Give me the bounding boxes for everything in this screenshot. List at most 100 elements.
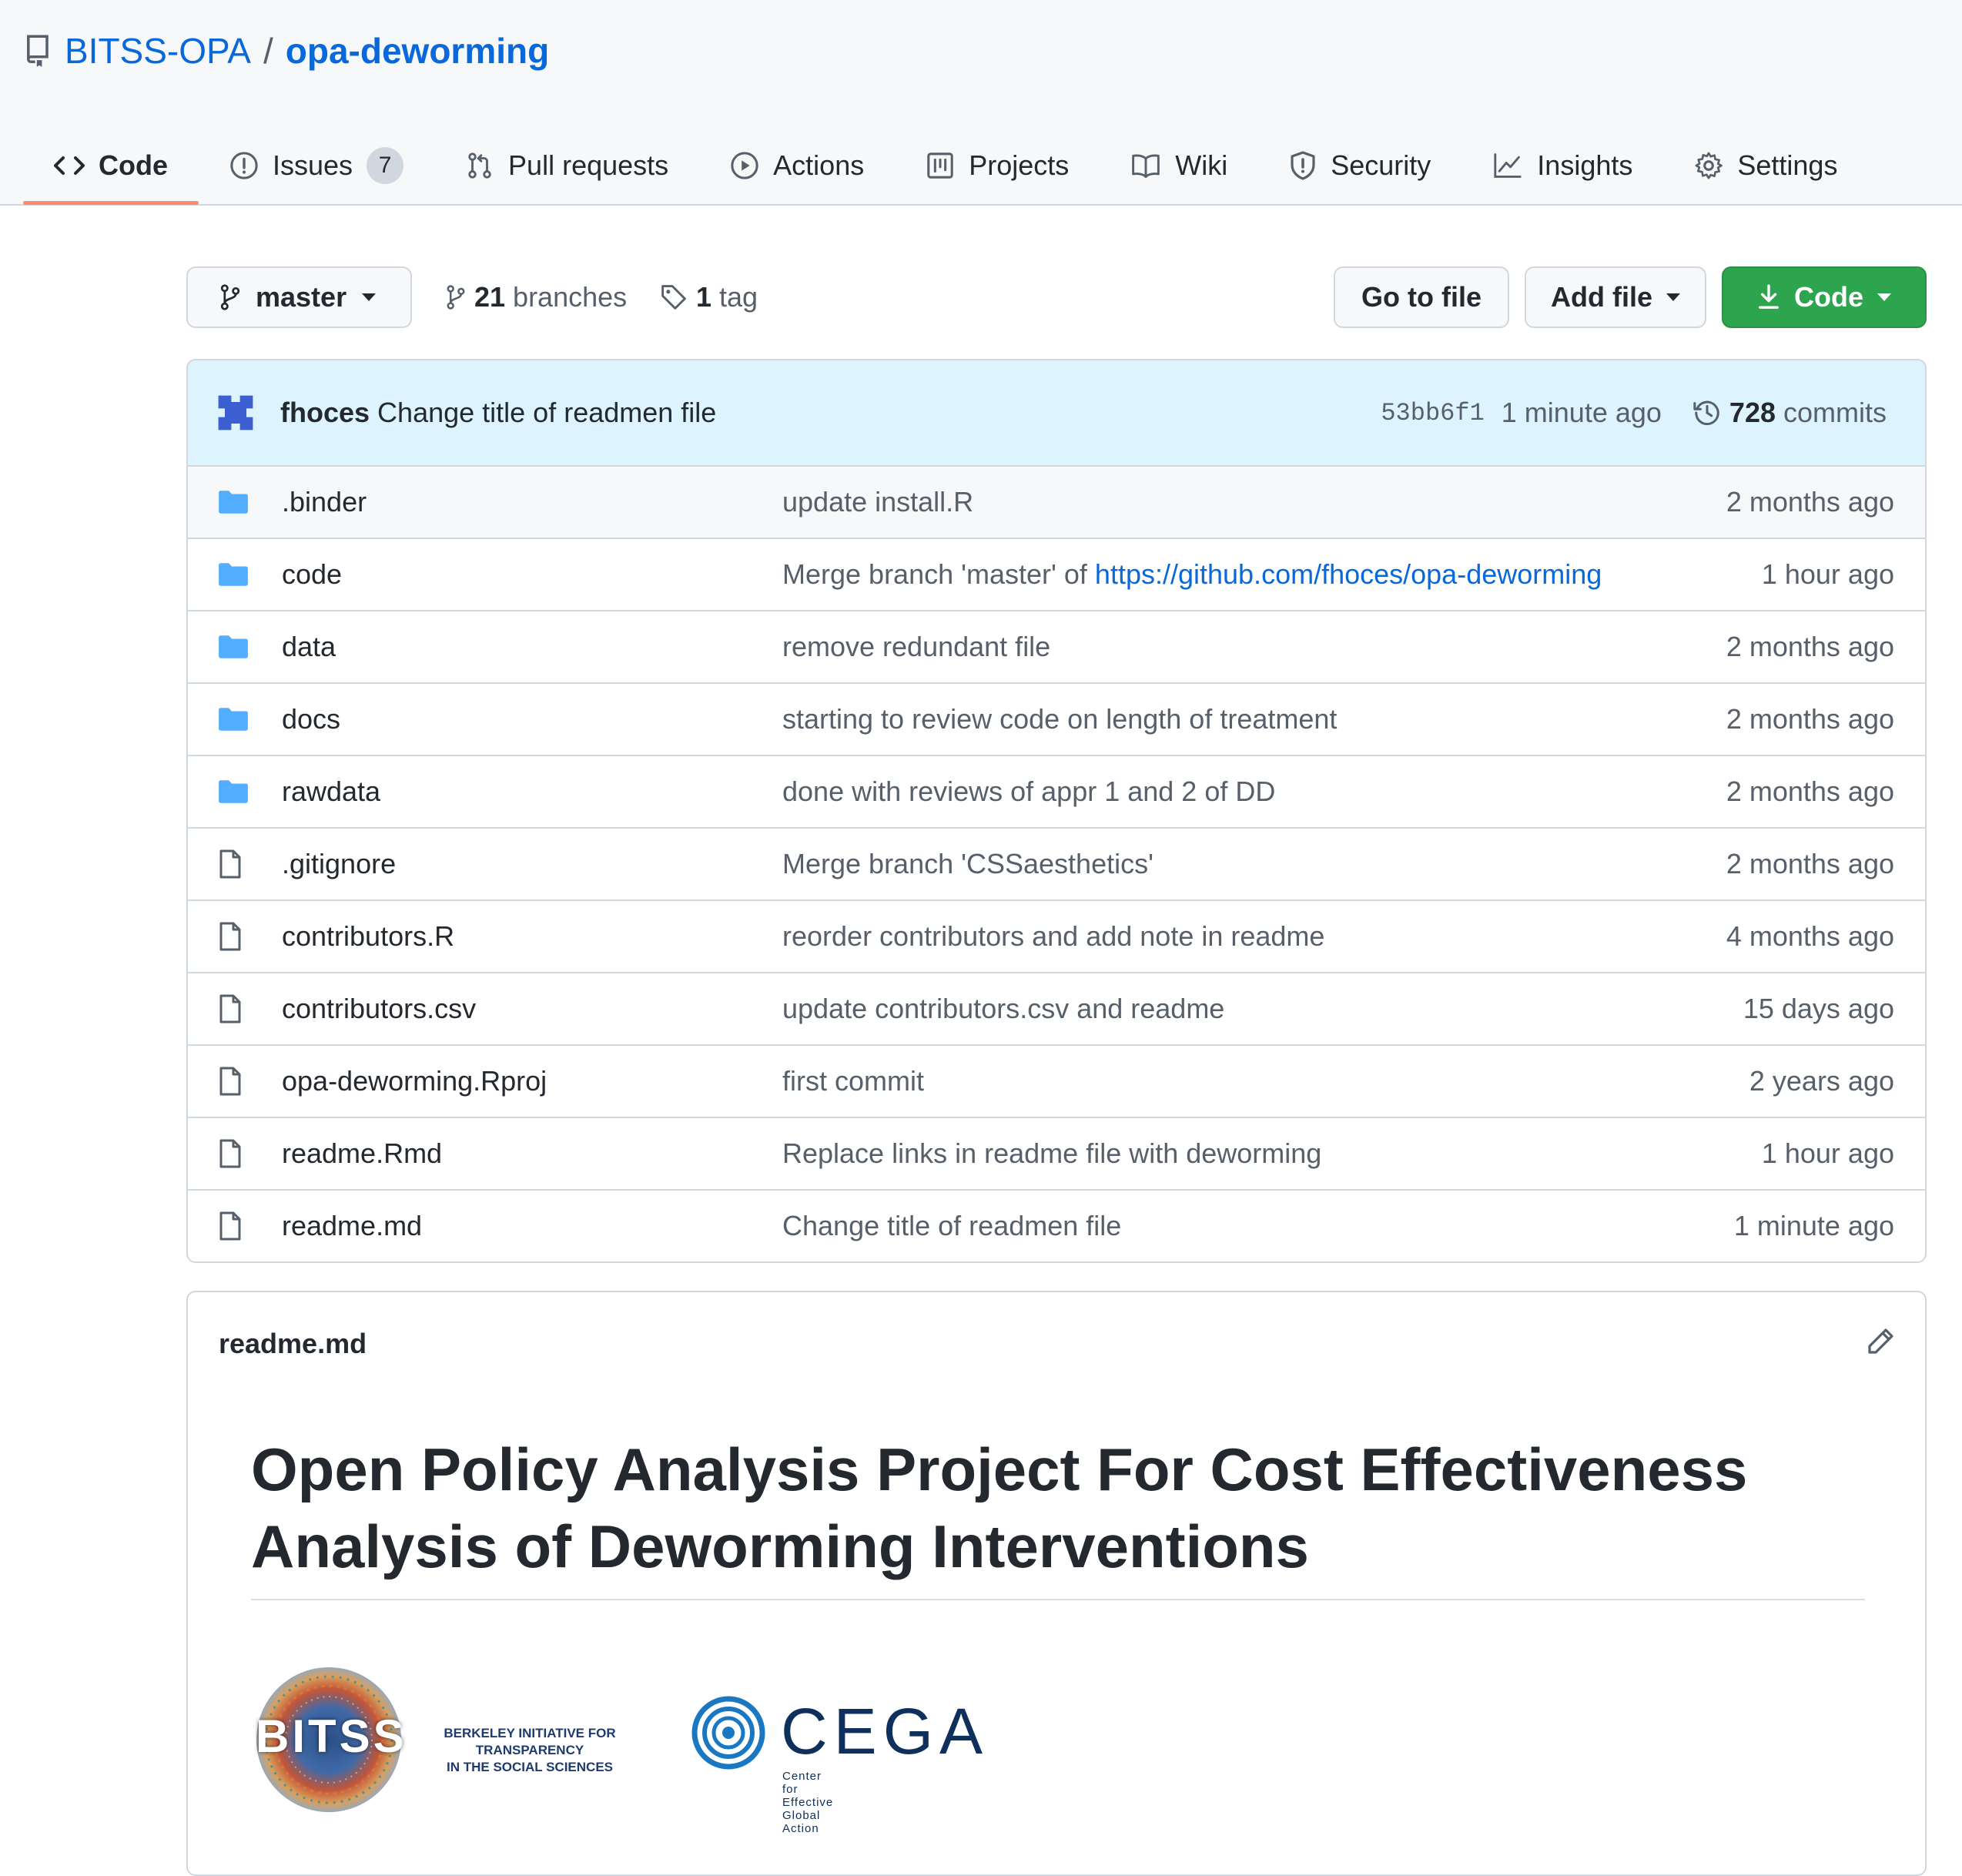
commit-sha-link[interactable]: 53bb6f1	[1381, 399, 1484, 427]
repo-separator: /	[263, 31, 273, 71]
file-last-updated: 2 months ago	[1726, 631, 1894, 662]
file-name-link[interactable]: readme.Rmd	[282, 1137, 442, 1170]
tags-label: tag	[719, 281, 758, 313]
pencil-icon[interactable]	[1865, 1326, 1896, 1357]
file-name-link[interactable]: .binder	[282, 486, 367, 518]
file-last-updated: 2 years ago	[1749, 1065, 1894, 1097]
cega-logo-icon	[691, 1696, 765, 1770]
issue-opened-icon	[229, 151, 259, 180]
table-row[interactable]: contributors.R reorder contributors and a…	[188, 899, 1925, 972]
tab-settings[interactable]: Settings	[1663, 128, 1868, 203]
file-browser: fhoces Change title of readmen file 53bb…	[186, 359, 1927, 1263]
file-commit-message-text: update install.R	[782, 486, 974, 518]
table-row[interactable]: opa-deworming.Rproj first commit 2 years a…	[188, 1044, 1925, 1117]
table-row[interactable]: .binder update install.R 2 months ago	[188, 467, 1925, 538]
file-name-link[interactable]: readme.md	[282, 1210, 422, 1242]
shield-icon	[1289, 150, 1317, 181]
folder-icon	[217, 561, 249, 588]
tags-count: 1	[696, 281, 712, 313]
commit-message-link[interactable]: Change title of readmen file	[377, 397, 1381, 429]
table-row[interactable]: readme.Rmd Replace links in readme file w…	[188, 1117, 1925, 1189]
file-commit-message[interactable]: reorder contributors and add note in rea…	[782, 920, 1324, 953]
branch-name: master	[256, 281, 347, 313]
file-commit-message[interactable]: Merge branch 'CSSaesthetics'	[782, 848, 1153, 880]
table-row[interactable]: rawdata done with reviews of appr 1 and 2…	[188, 755, 1925, 827]
file-name-link[interactable]: contributors.csv	[282, 993, 476, 1025]
branch-select-button[interactable]: master	[186, 266, 412, 328]
bitss-wordmark: BITSS	[256, 1710, 407, 1762]
graph-icon	[1492, 152, 1523, 179]
file-name-link[interactable]: docs	[282, 703, 340, 735]
branches-link[interactable]: 21 branches	[445, 266, 627, 328]
commit-author-link[interactable]: fhoces	[280, 397, 370, 429]
file-commit-message[interactable]: done with reviews of appr 1 and 2 of DD	[782, 776, 1275, 808]
file-commit-message[interactable]: Replace links in readme file with deworm…	[782, 1137, 1321, 1170]
tab-wiki-label: Wiki	[1175, 149, 1228, 181]
branches-label: branches	[513, 281, 628, 313]
folder-icon	[217, 706, 249, 732]
file-name-link[interactable]: data	[282, 631, 336, 663]
file-name-link[interactable]: code	[282, 558, 342, 591]
table-row[interactable]: data remove redundant file 2 months ago	[188, 610, 1925, 682]
file-name-link[interactable]: .gitignore	[282, 848, 396, 880]
table-row[interactable]: code Merge branch 'master' of https://git…	[188, 538, 1925, 610]
tab-wiki[interactable]: Wiki	[1100, 128, 1258, 203]
repo-icon	[25, 34, 52, 68]
avatar[interactable]	[214, 391, 257, 434]
table-row[interactable]: readme.md Change title of readmen file 1 m…	[188, 1189, 1925, 1261]
bitss-tagline-line-2: IN THE SOCIAL SCIENCES	[447, 1760, 613, 1774]
file-commit-message[interactable]: first commit	[782, 1065, 924, 1097]
book-icon	[1130, 151, 1161, 180]
table-row[interactable]: docs starting to review code on length of…	[188, 682, 1925, 755]
git-branch-icon	[445, 284, 467, 310]
tab-insights[interactable]: Insights	[1461, 128, 1663, 203]
table-row[interactable]: .gitignore Merge branch 'CSSaesthetics' 2 …	[188, 827, 1925, 899]
file-commit-message[interactable]: remove redundant file	[782, 631, 1050, 663]
git-branch-icon	[219, 283, 242, 311]
tab-pull-requests[interactable]: Pull requests	[434, 128, 699, 203]
file-name-link[interactable]: rawdata	[282, 776, 380, 808]
tab-security[interactable]: Security	[1258, 128, 1461, 203]
cega-tagline: Center for Effective Global Action	[782, 1770, 834, 1835]
file-commit-message-text: Merge branch 'master' of	[782, 558, 1095, 590]
file-last-updated: 1 hour ago	[1761, 558, 1894, 590]
file-commit-message-text: reorder contributors and add note in rea…	[782, 920, 1325, 952]
file-commit-message[interactable]: starting to review code on length of tre…	[782, 703, 1337, 735]
file-name-link[interactable]: opa-deworming.Rproj	[282, 1065, 547, 1097]
file-commit-message[interactable]: update install.R	[782, 486, 973, 518]
code-download-button[interactable]: Code	[1722, 266, 1927, 328]
issues-count-badge: 7	[367, 147, 404, 184]
table-row[interactable]: contributors.csv update contributors.csv …	[188, 972, 1925, 1044]
tab-pull-requests-label: Pull requests	[508, 149, 669, 181]
code-icon	[54, 154, 85, 177]
git-pull-request-icon	[465, 151, 494, 180]
readme-filename[interactable]: readme.md	[219, 1328, 367, 1360]
tab-issues[interactable]: Issues 7	[199, 128, 434, 203]
code-button-label: Code	[1794, 281, 1863, 313]
go-to-file-button[interactable]: Go to file	[1334, 266, 1509, 328]
file-icon	[217, 1138, 243, 1169]
file-commit-message-text: update contributors.csv and readme	[782, 993, 1225, 1024]
tab-projects[interactable]: Projects	[895, 128, 1100, 203]
file-commit-message[interactable]: update contributors.csv and readme	[782, 993, 1224, 1025]
latest-commit-bar: fhoces Change title of readmen file 53bb…	[188, 360, 1925, 467]
file-commit-message[interactable]: Change title of readmen file	[782, 1210, 1121, 1242]
file-commit-message[interactable]: Merge branch 'master' of https://github.…	[782, 558, 1602, 591]
readme-heading: Open Policy Analysis Project For Cost Ef…	[251, 1431, 1853, 1585]
project-icon	[926, 151, 955, 180]
tab-code[interactable]: Code	[23, 128, 199, 205]
commits-history-link[interactable]: 728 commits	[1692, 397, 1887, 429]
commit-message-url-link[interactable]: https://github.com/fhoces/opa-deworming	[1095, 558, 1602, 590]
tab-actions[interactable]: Actions	[699, 128, 895, 203]
add-file-button[interactable]: Add file	[1525, 266, 1706, 328]
download-icon	[1757, 284, 1780, 310]
file-icon	[217, 993, 243, 1024]
branches-count: 21	[474, 281, 506, 313]
repo-owner-link[interactable]: BITSS-OPA	[65, 30, 251, 72]
file-name-link[interactable]: contributors.R	[282, 920, 454, 953]
tags-link[interactable]: 1 tag	[659, 266, 758, 328]
tab-insights-label: Insights	[1537, 149, 1633, 181]
file-commit-message-text: Merge branch 'CSSaesthetics'	[782, 848, 1153, 879]
repo-name-link[interactable]: opa-deworming	[286, 30, 549, 72]
repo-nav-tabs: Code Issues 7 Pull requests Actions Proj…	[23, 128, 1868, 205]
